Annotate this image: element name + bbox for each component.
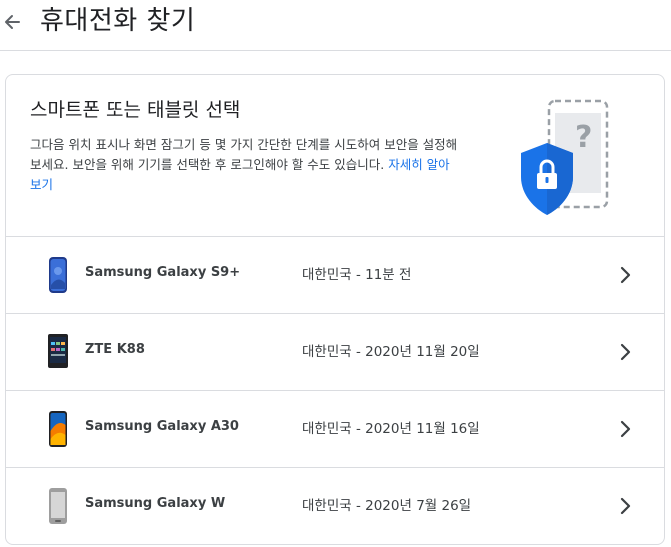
section-heading: 스마트폰 또는 태블릿 선택: [30, 99, 241, 121]
device-row[interactable]: ZTE K88 대한민국 - 2020년 11월 20일: [6, 314, 664, 391]
page-title: 휴대전화 찾기: [40, 6, 196, 36]
device-row[interactable]: Samsung Galaxy W 대한민국 - 2020년 7월 26일: [6, 468, 664, 544]
device-detail: 대한민국 - 11분 전: [302, 267, 412, 283]
device-name: Samsung Galaxy A30: [85, 419, 239, 434]
device-security-illustration-icon: ?: [521, 99, 609, 215]
device-name: Samsung Galaxy W: [85, 496, 226, 511]
device-row[interactable]: Samsung Galaxy A30 대한민국 - 2020년 11월 16일: [6, 391, 664, 468]
device-row[interactable]: Samsung Galaxy S9+ 대한민국 - 11분 전: [6, 237, 664, 314]
chevron-right-icon: [620, 343, 631, 361]
device-name: Samsung Galaxy S9+: [85, 265, 241, 280]
svg-text:?: ?: [575, 120, 592, 155]
chevron-right-icon: [620, 420, 631, 438]
device-name: ZTE K88: [85, 342, 145, 357]
arrow-back-icon: [5, 15, 20, 29]
intro-section: 스마트폰 또는 태블릿 선택 그다음 위치 표시나 화면 잠그기 등 몇 가지 …: [6, 75, 664, 237]
galaxy-a30-phone-icon: [49, 411, 67, 447]
zte-k88-phone-icon: [48, 334, 68, 368]
galaxy-w-phone-icon: [49, 488, 67, 524]
chevron-right-icon: [620, 497, 631, 515]
device-detail: 대한민국 - 2020년 11월 16일: [302, 421, 480, 437]
device-detail: 대한민국 - 2020년 7월 26일: [302, 498, 472, 514]
chevron-right-icon: [620, 266, 631, 284]
top-bar: 휴대전화 찾기: [0, 0, 671, 51]
device-card: 스마트폰 또는 태블릿 선택 그다음 위치 표시나 화면 잠그기 등 몇 가지 …: [5, 74, 665, 545]
back-button[interactable]: [2, 8, 24, 36]
section-description: 그다음 위치 표시나 화면 잠그기 등 몇 가지 간단한 단계를 시도하여 보안…: [30, 135, 460, 195]
galaxy-s9-phone-icon: [49, 257, 67, 293]
device-detail: 대한민국 - 2020년 11월 20일: [302, 344, 480, 360]
device-list: Samsung Galaxy S9+ 대한민국 - 11분 전 ZTE K88 …: [6, 237, 664, 544]
